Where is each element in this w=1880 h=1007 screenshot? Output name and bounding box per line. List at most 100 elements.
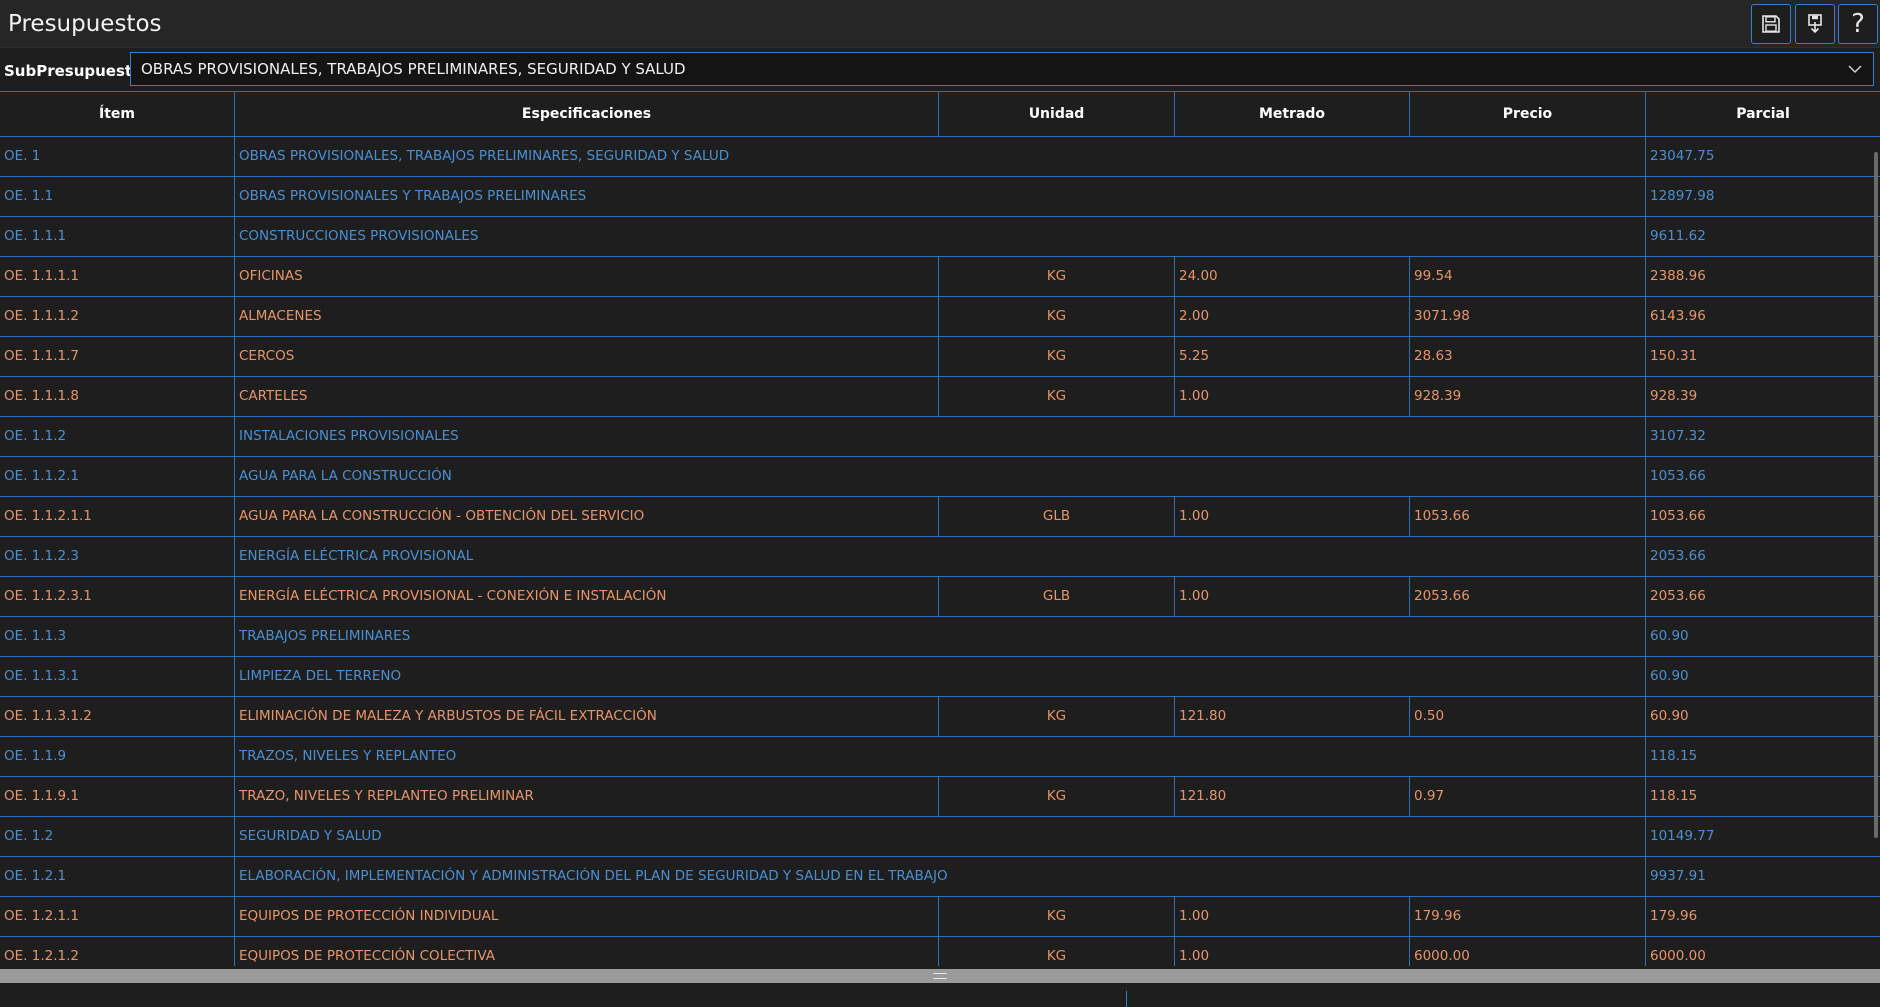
table-row[interactable]: OE. 1.1 OBRAS PROVISIONALES Y TRABAJOS PR… (0, 177, 1880, 217)
table-row[interactable]: OE. 1.1.2.1 AGUA PARA LA CONSTRUCCIÓN 1053… (0, 457, 1880, 497)
row-spec: CERCOS (235, 337, 939, 376)
row-precio: 928.39 (1410, 377, 1646, 416)
row-parcial: 23047.75 (1650, 148, 1715, 164)
table-row[interactable]: OE. 1.2.1 ELABORACIÓN, IMPLEMENTACIÓN Y A… (0, 857, 1880, 897)
row-item: OE. 1.1.3.1 (0, 657, 235, 696)
table-row[interactable]: OE. 1.2 SEGURIDAD Y SALUD 10149.77 (0, 817, 1880, 857)
row-spec: AGUA PARA LA CONSTRUCCIÓN - OBTENCIÓN DE… (235, 497, 939, 536)
row-item: OE. 1.1.1.1 (0, 257, 235, 296)
row-item: OE. 1.1.1.7 (0, 337, 235, 376)
row-spec: LIMPIEZA DEL TERRENO (235, 657, 1646, 696)
row-parcial: 3107.32 (1650, 428, 1706, 444)
panel-splitter[interactable] (0, 969, 1880, 983)
row-spec: ALMACENES (235, 297, 939, 336)
table-row[interactable]: OE. 1.1.2.3 ENERGÍA ELÉCTRICA PROVISIONAL… (0, 537, 1880, 577)
table-row[interactable]: OE. 1.1.9.1 TRAZO, NIVELES Y REPLANTEO PR… (0, 777, 1880, 817)
column-header-precio[interactable]: Precio (1410, 92, 1646, 136)
row-metrado: 1.00 (1175, 497, 1410, 536)
table-row[interactable]: OE. 1.1.2.3.1 ENERGÍA ELÉCTRICA PROVISION… (0, 577, 1880, 617)
row-spec: INSTALACIONES PROVISIONALES (235, 417, 1646, 456)
row-metrado: 1.00 (1175, 377, 1410, 416)
table-row[interactable]: OE. 1.1.3.1.2 ELIMINACIÓN DE MALEZA Y ARB… (0, 697, 1880, 737)
row-precio: 0.97 (1410, 777, 1646, 816)
row-unit: KG (939, 257, 1175, 296)
row-spec: SEGURIDAD Y SALUD (235, 817, 1646, 856)
row-spec: ENERGÍA ELÉCTRICA PROVISIONAL (235, 537, 1646, 576)
row-metrado: 1.00 (1175, 897, 1410, 936)
table-row[interactable]: OE. 1.1.3 TRABAJOS PRELIMINARES 60.90 (0, 617, 1880, 657)
row-item: OE. 1.2.1 (0, 857, 235, 896)
row-parcial: 928.39 (1650, 388, 1698, 404)
grip-icon (933, 973, 947, 979)
row-parcial: 60.90 (1650, 628, 1689, 644)
save-button[interactable] (1751, 4, 1791, 44)
row-spec: EQUIPOS DE PROTECCIÓN COLECTIVA (235, 937, 939, 966)
table-row[interactable]: OE. 1.2.1.2 EQUIPOS DE PROTECCIÓN COLECTI… (0, 937, 1880, 966)
chevron-down-icon (1848, 65, 1862, 73)
column-header-spec[interactable]: Especificaciones (235, 92, 939, 136)
row-parcial: 150.31 (1650, 348, 1698, 364)
row-spec: TRABAJOS PRELIMINARES (235, 617, 1646, 656)
table-row[interactable]: OE. 1.2.1.1 EQUIPOS DE PROTECCIÓN INDIVID… (0, 897, 1880, 937)
table-row[interactable]: OE. 1.1.2.1.1 AGUA PARA LA CONSTRUCCIÓN -… (0, 497, 1880, 537)
title-bar: Presupuestos ? (0, 0, 1880, 48)
row-spec: TRAZOS, NIVELES Y REPLANTEO (235, 737, 1646, 776)
help-button[interactable]: ? (1838, 4, 1878, 44)
table-row[interactable]: OE. 1.1.1.1 OFICINAS KG 24.00 99.54 2388.96 (0, 257, 1880, 297)
column-header-parcial[interactable]: Parcial (1646, 92, 1880, 136)
row-metrado: 121.80 (1175, 777, 1410, 816)
table-row[interactable]: OE. 1.1.2 INSTALACIONES PROVISIONALES 3107… (0, 417, 1880, 457)
row-parcial: 1053.66 (1650, 468, 1706, 484)
subpresupuesto-label: SubPresupuesto: (4, 62, 149, 80)
row-unit: GLB (939, 497, 1175, 536)
window-title: Presupuestos (8, 11, 162, 37)
table-row[interactable]: OE. 1.1.1.8 CARTELES KG 1.00 928.39 928.39 (0, 377, 1880, 417)
row-metrado: 5.25 (1175, 337, 1410, 376)
row-spec: OBRAS PROVISIONALES, TRABAJOS PRELIMINAR… (235, 137, 1646, 176)
row-item: OE. 1.1.3 (0, 617, 235, 656)
table-header: Ítem Especificaciones Unidad Metrado Pre… (0, 91, 1880, 137)
row-parcial: 118.15 (1650, 748, 1698, 764)
row-metrado: 1.00 (1175, 937, 1410, 966)
column-header-metrado[interactable]: Metrado (1175, 92, 1410, 136)
row-precio: 1053.66 (1410, 497, 1646, 536)
subpresupuesto-select[interactable]: OBRAS PROVISIONALES, TRABAJOS PRELIMINAR… (130, 52, 1874, 86)
table-row[interactable]: OE. 1 OBRAS PROVISIONALES, TRABAJOS PRELI… (0, 137, 1880, 177)
table-row[interactable]: OE. 1.1.3.1 LIMPIEZA DEL TERRENO 60.90 (0, 657, 1880, 697)
row-item: OE. 1.2 (0, 817, 235, 856)
row-item: OE. 1.2.1.1 (0, 897, 235, 936)
row-item: OE. 1.2.1.2 (0, 937, 235, 966)
row-spec: OFICINAS (235, 257, 939, 296)
help-icon: ? (1851, 9, 1865, 39)
row-unit: KG (939, 337, 1175, 376)
export-button[interactable] (1795, 4, 1835, 44)
row-parcial: 2053.66 (1650, 548, 1706, 564)
row-precio: 99.54 (1410, 257, 1646, 296)
row-parcial: 10149.77 (1650, 828, 1715, 844)
row-parcial: 1053.66 (1650, 508, 1706, 524)
row-precio: 179.96 (1410, 897, 1646, 936)
row-precio: 3071.98 (1410, 297, 1646, 336)
table-row[interactable]: OE. 1.1.1.2 ALMACENES KG 2.00 3071.98 6143.96 (0, 297, 1880, 337)
vertical-scrollbar[interactable] (1874, 152, 1878, 838)
table-row[interactable]: OE. 1.1.1.7 CERCOS KG 5.25 28.63 150.31 (0, 337, 1880, 377)
row-item: OE. 1.1.1.8 (0, 377, 235, 416)
table-body: OE. 1 OBRAS PROVISIONALES, TRABAJOS PRELI… (0, 137, 1880, 966)
row-item: OE. 1.1.9 (0, 737, 235, 776)
subpresupuesto-value: OBRAS PROVISIONALES, TRABAJOS PRELIMINAR… (141, 60, 686, 78)
row-parcial: 179.96 (1650, 908, 1698, 924)
row-parcial: 2053.66 (1650, 588, 1706, 604)
row-unit: KG (939, 777, 1175, 816)
row-precio: 2053.66 (1410, 577, 1646, 616)
row-spec: CARTELES (235, 377, 939, 416)
row-precio: 6000.00 (1410, 937, 1646, 966)
column-header-unit[interactable]: Unidad (939, 92, 1175, 136)
row-unit: KG (939, 897, 1175, 936)
export-icon (1808, 14, 1822, 34)
table-row[interactable]: OE. 1.1.1 CONSTRUCCIONES PROVISIONALES 961… (0, 217, 1880, 257)
row-unit: KG (939, 297, 1175, 336)
column-header-item[interactable]: Ítem (0, 92, 235, 136)
table-row[interactable]: OE. 1.1.9 TRAZOS, NIVELES Y REPLANTEO 118.… (0, 737, 1880, 777)
row-spec: OBRAS PROVISIONALES Y TRABAJOS PRELIMINA… (235, 177, 1646, 216)
budget-table: Ítem Especificaciones Unidad Metrado Pre… (0, 91, 1880, 966)
